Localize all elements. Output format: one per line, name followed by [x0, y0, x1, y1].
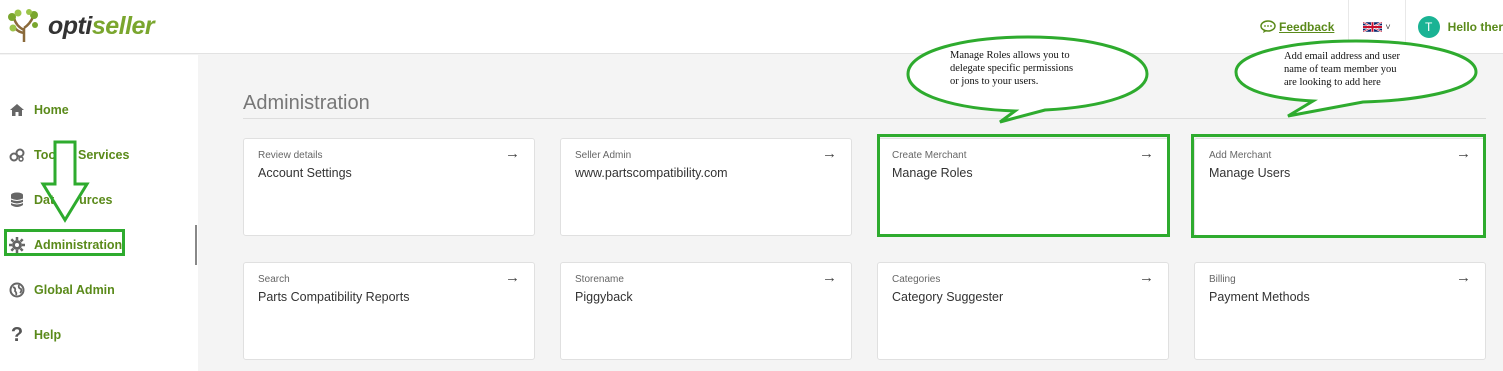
- feedback-label: Feedback: [1279, 20, 1335, 34]
- card-title: Category Suggester: [892, 290, 1004, 304]
- feedback-link[interactable]: Feedback: [1260, 20, 1342, 34]
- arrow-right-icon: →: [822, 269, 837, 286]
- callout-line: name of team member you: [1284, 64, 1397, 75]
- logo-text: optiseller: [48, 11, 155, 41]
- home-icon: [8, 101, 26, 119]
- card-piggyback[interactable]: Storename Piggyback →: [560, 262, 852, 360]
- down-arrow-annotation: [40, 140, 90, 223]
- card-payment-methods[interactable]: Billing Payment Methods →: [1194, 262, 1486, 360]
- callout-line: Manage Roles allows you to: [950, 50, 1070, 61]
- callout-line: delegate specific permissions: [950, 63, 1074, 74]
- globe-icon: [8, 281, 26, 299]
- callout-line: Add email address and user: [1284, 51, 1401, 62]
- manage-users-highlight-box: [1191, 134, 1486, 238]
- card-title: Account Settings: [258, 166, 352, 180]
- arrow-right-icon: →: [1139, 269, 1154, 286]
- card-subtitle: Categories: [892, 274, 941, 285]
- card-category-suggester[interactable]: Categories Category Suggester →: [877, 262, 1169, 360]
- card-parts-compatibility-reports[interactable]: Search Parts Compatibility Reports →: [243, 262, 535, 360]
- callout-line: are looking to add here: [1284, 77, 1381, 88]
- sidebar: Home Too Services Dat urces Administration…: [0, 55, 198, 371]
- logo[interactable]: optiseller: [6, 8, 155, 44]
- uk-flag-icon: [1363, 21, 1383, 33]
- avatar: T: [1417, 16, 1440, 38]
- logo-text-opti: opti: [48, 11, 92, 40]
- tools-icon: [8, 146, 26, 164]
- chat-bubble-icon: [1260, 20, 1276, 33]
- sidebar-scrollbar[interactable]: [195, 225, 197, 265]
- card-subtitle: Storename: [575, 274, 624, 285]
- card-title: Parts Compatibility Reports: [258, 290, 410, 304]
- sidebar-item-label: Help: [34, 328, 62, 342]
- administration-highlight-box: [4, 229, 125, 256]
- card-subtitle: Review details: [258, 150, 323, 161]
- card-title: Payment Methods: [1209, 290, 1310, 304]
- title-divider: [243, 118, 1486, 119]
- page-title: Administration: [243, 92, 370, 114]
- sidebar-item-label: Global Admin: [34, 283, 115, 297]
- arrow-right-icon: →: [822, 145, 837, 162]
- card-subtitle: Seller Admin: [575, 150, 632, 161]
- database-icon: [8, 191, 26, 209]
- card-subtitle: Search: [258, 274, 290, 285]
- manage-roles-callout-text: Manage Roles allows you to delegate spec…: [950, 49, 1073, 88]
- arrow-right-icon: →: [505, 145, 520, 162]
- sidebar-item-global-admin[interactable]: Global Admin: [8, 281, 115, 299]
- arrow-right-icon: →: [1456, 269, 1471, 286]
- manage-users-callout-text: Add email address and user name of team …: [1284, 50, 1400, 89]
- card-title: www.partscompatibility.com: [575, 166, 728, 180]
- user-greeting: Hello ther: [1447, 20, 1503, 34]
- question-icon: ?: [10, 323, 24, 346]
- card-subtitle: Billing: [1209, 274, 1236, 285]
- logo-text-seller: seller: [91, 11, 155, 40]
- sidebar-item-label: Home: [34, 103, 69, 117]
- card-seller-admin[interactable]: Seller Admin www.partscompatibility.com …: [560, 138, 852, 236]
- sidebar-item-home[interactable]: Home: [8, 101, 69, 119]
- manage-roles-highlight-box: [877, 134, 1170, 237]
- arrow-right-icon: →: [505, 269, 520, 286]
- chevron-down-icon: ˅: [1385, 22, 1391, 32]
- sidebar-item-help[interactable]: ? Help: [8, 323, 62, 346]
- logo-tree-icon: [8, 9, 38, 42]
- card-title: Piggyback: [575, 290, 633, 304]
- card-account-settings[interactable]: Review details Account Settings →: [243, 138, 535, 236]
- callout-line: or jons to your users.: [950, 76, 1039, 87]
